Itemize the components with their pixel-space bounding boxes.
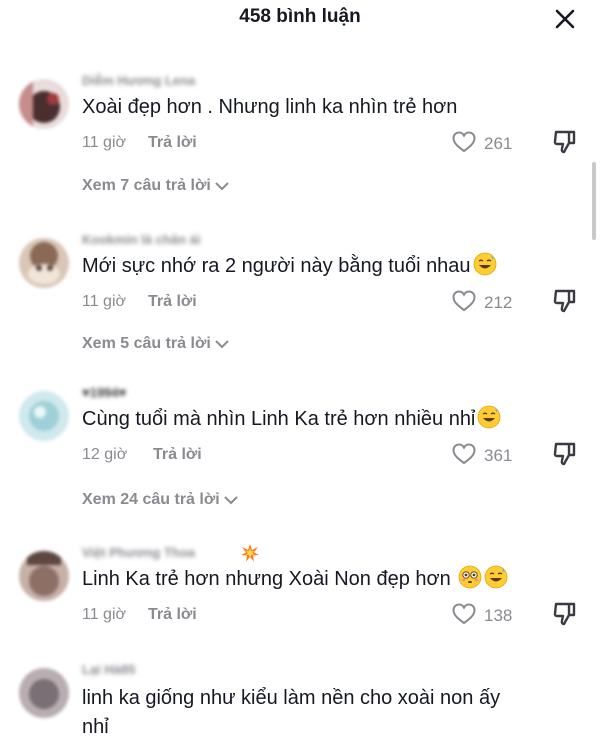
view-replies-button[interactable]: Xem 24 câu trả lời xyxy=(82,491,239,509)
view-replies-label: Xem 7 câu trả lời xyxy=(82,177,211,194)
comment-text: Cùng tuổi mà nhìn Linh Ka trẻ hơn nhiều … xyxy=(82,405,501,433)
comment-time: 11 giờ xyxy=(82,134,126,151)
reply-button[interactable]: Trả lời xyxy=(148,606,197,624)
comment-text-line: linh ka giống như kiểu làm nền cho xoài … xyxy=(82,687,501,709)
view-replies-button[interactable]: Xem 7 câu trả lời xyxy=(82,177,230,195)
username[interactable]: ♥1994♥ xyxy=(82,385,126,400)
view-replies-label: Xem 5 câu trả lời xyxy=(82,335,211,352)
reply-button[interactable]: Trả lời xyxy=(148,293,197,311)
dislike-icon[interactable] xyxy=(553,441,577,467)
comment-text: linh ka giống như kiểu làm nền cho xoài … xyxy=(82,684,500,741)
view-replies-button[interactable]: Xem 5 câu trả lời xyxy=(82,335,230,353)
comments-header: 458 bình luận xyxy=(0,0,600,36)
heart-icon: ♥ xyxy=(118,385,127,400)
username-label: Việt Phương Thoa xyxy=(82,545,196,560)
comment-text: Linh Ka trẻ hơn nhưng Xoài Non đẹp hơn xyxy=(82,565,508,593)
close-icon[interactable] xyxy=(553,7,577,31)
comment-text: Mới sực nhớ ra 2 người này bằng tuổi nha… xyxy=(82,252,497,280)
comment-text-line: nhỉ xyxy=(82,716,109,738)
comment-text-content: Linh Ka trẻ hơn nhưng Xoài Non đẹp hơn xyxy=(82,568,451,590)
heart-icon xyxy=(452,290,476,312)
avatar[interactable] xyxy=(19,79,69,129)
reply-button[interactable]: Trả lời xyxy=(148,134,197,152)
comment-time: 12 giờ xyxy=(82,446,128,463)
sweat-smile-emoji-icon xyxy=(484,565,508,589)
scrollbar[interactable] xyxy=(592,162,596,240)
avatar[interactable] xyxy=(19,391,69,441)
heart-icon xyxy=(452,603,476,625)
comment-text-content: Cùng tuổi mà nhìn Linh Ka trẻ hơn nhiều … xyxy=(82,408,476,430)
flushed-face-emoji-icon xyxy=(458,565,482,589)
username[interactable]: Kookmin là chân ái xyxy=(82,232,200,247)
heart-icon xyxy=(452,443,476,465)
comment-text-content: Mới sực nhớ ra 2 người này bằng tuổi nha… xyxy=(82,255,471,277)
dislike-icon[interactable] xyxy=(553,288,577,314)
heart-icon: ♥ xyxy=(82,385,90,400)
comment-text: Xoài đẹp hơn . Nhưng linh ka nhìn trẻ hơ… xyxy=(82,96,458,118)
username-label: 1994 xyxy=(89,385,119,400)
dislike-icon[interactable] xyxy=(553,601,577,627)
comment-count-title: 458 bình luận xyxy=(239,6,361,27)
like-count: 261 xyxy=(484,134,513,153)
heart-icon xyxy=(452,131,476,153)
sweat-smile-emoji-icon xyxy=(473,252,496,276)
collision-emoji-icon xyxy=(241,544,259,562)
view-replies-label: Xem 24 câu trả lời xyxy=(82,491,220,508)
username[interactable]: Lại Hà85 xyxy=(82,662,135,677)
reply-button[interactable]: Trả lời xyxy=(153,446,202,464)
like-count: 212 xyxy=(484,293,513,312)
dislike-icon[interactable] xyxy=(553,129,577,155)
chevron-down-icon xyxy=(215,340,229,349)
comment-time: 11 giờ xyxy=(82,293,126,310)
avatar[interactable] xyxy=(19,551,69,601)
sweat-smile-emoji-icon xyxy=(477,405,501,429)
avatar[interactable] xyxy=(19,238,69,288)
avatar[interactable] xyxy=(19,668,69,718)
like-count: 361 xyxy=(484,446,513,465)
like-count: 138 xyxy=(484,606,513,625)
comment-time: 11 giờ xyxy=(82,606,126,623)
username[interactable]: Diễm Hương Lena xyxy=(82,73,195,88)
username[interactable]: Việt Phương Thoa xyxy=(82,545,195,560)
chevron-down-icon xyxy=(215,182,229,191)
chevron-down-icon xyxy=(223,496,238,505)
